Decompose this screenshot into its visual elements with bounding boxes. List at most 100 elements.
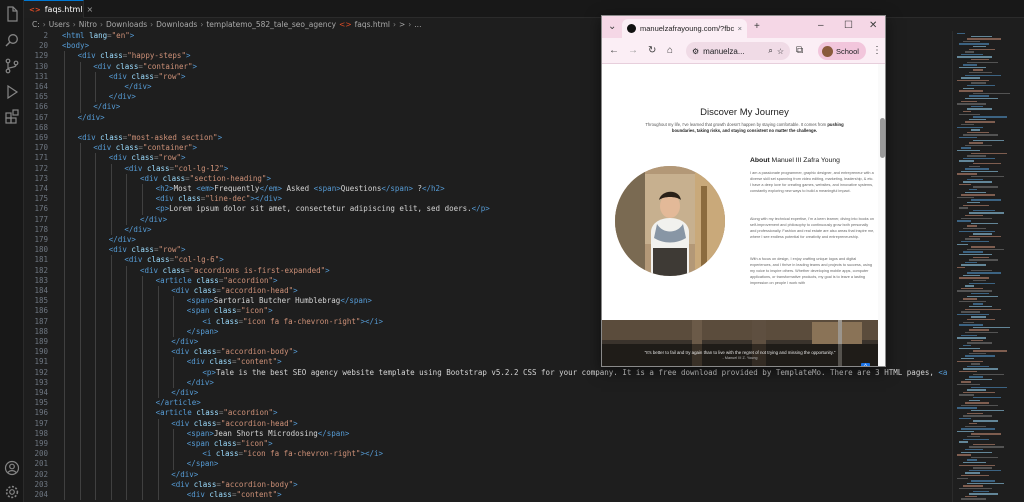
code-text: <span class="icon"> (186, 306, 273, 316)
minimap-line (957, 337, 986, 339)
tab-search-icon[interactable]: ⌄ (608, 22, 616, 32)
line-number: 188 (34, 326, 48, 336)
minimap-line (957, 33, 965, 35)
minimap-line (967, 38, 1001, 40)
minimap-line (957, 126, 983, 128)
minimap[interactable] (952, 31, 1024, 502)
code-line[interactable]: 203 <div class="accordion-body"> (24, 480, 952, 490)
code-text: </div> (108, 92, 136, 102)
code-line[interactable]: 201 </span> (24, 459, 952, 469)
tab-faqs-html[interactable]: <> faqs.html × (24, 0, 93, 18)
code-line[interactable]: 196 <article class="accordion"> (24, 408, 952, 418)
minimap-line (959, 347, 980, 349)
code-line[interactable]: 192 <p>Tale is the best SEO agency websit… (24, 368, 952, 378)
line-number: 129 (34, 51, 48, 61)
code-line[interactable]: 193 </div> (24, 378, 952, 388)
quote-text: "It's better to fail and try again than … (644, 350, 836, 355)
minimap-line (967, 155, 986, 157)
html-file-icon[interactable]: <> (339, 20, 352, 29)
minimap-line (973, 209, 995, 212)
line-number: 185 (34, 296, 48, 306)
code-text: <div class="content"> (186, 357, 282, 367)
page-scrollbar[interactable] (878, 64, 885, 366)
minimap-line (961, 264, 986, 266)
files-icon[interactable] (4, 6, 20, 22)
breadcrumb-segment[interactable]: Users (49, 20, 70, 29)
menu-kebab-icon[interactable]: ⋮ (872, 46, 882, 56)
breadcrumb-segment[interactable]: Downloads (156, 20, 197, 29)
minimap-line (961, 287, 983, 290)
forward-icon[interactable]: → (628, 46, 638, 56)
minimap-line (971, 222, 998, 225)
address-bar[interactable]: ⚙ manuelza... ⌕ ☆ (686, 42, 790, 60)
minimap-line (969, 399, 980, 401)
code-text: <div class="line-dec"></div> (155, 194, 283, 204)
code-line[interactable]: 194 </div> (24, 388, 952, 398)
minimap-line (969, 118, 986, 121)
code-line[interactable]: 199 <span class="icon"> (24, 439, 952, 449)
extensions-icon[interactable] (4, 108, 20, 124)
search-icon[interactable] (4, 32, 20, 48)
minimap-line (965, 144, 992, 147)
close-icon[interactable]: × (86, 5, 93, 14)
minimap-line (971, 82, 986, 84)
code-text: <span>Jean Shorts Microdosing</span> (186, 428, 350, 438)
reload-icon[interactable]: ↻ (648, 46, 656, 56)
account-icon[interactable] (4, 460, 20, 476)
breadcrumb-segment[interactable]: templatemo_582_tale_seo_agency (206, 20, 336, 29)
code-line[interactable]: 197 <div class="accordion-head"> (24, 419, 952, 429)
minimap-line (961, 451, 992, 453)
activity-bar (0, 0, 24, 502)
code-line[interactable]: 202 </div> (24, 470, 952, 480)
breadcrumb-segment[interactable]: Downloads (106, 20, 147, 29)
minimap-line (971, 105, 983, 108)
about-prefix: About (750, 157, 772, 164)
minimap-line (965, 308, 1001, 310)
profile-button[interactable]: School (818, 42, 866, 60)
source-control-icon[interactable] (4, 58, 20, 74)
breadcrumb-segment[interactable]: Nitro (79, 20, 97, 29)
line-number: 194 (34, 388, 48, 397)
bookmark-star-icon[interactable]: ☆ (777, 47, 784, 56)
line-number: 168 (34, 122, 48, 132)
minimize-icon[interactable]: – (818, 21, 824, 31)
settings-gear-icon[interactable] (4, 484, 20, 500)
code-text: </div> (186, 377, 214, 387)
minimap-line (973, 92, 1010, 95)
site-info-icon[interactable]: ⚙ (692, 47, 699, 56)
close-tab-icon[interactable]: × (738, 24, 742, 33)
close-window-icon[interactable]: ✕ (869, 21, 877, 31)
code-text: <body> (62, 41, 90, 51)
minimap-line (959, 113, 980, 115)
breadcrumb-segment[interactable]: ... (414, 20, 421, 29)
minimap-line (967, 85, 995, 87)
minimap-line (959, 300, 986, 303)
code-line[interactable]: 195 </article> (24, 398, 952, 408)
minimap-line (957, 196, 974, 199)
minimap-line (969, 72, 992, 74)
code-line[interactable]: 198 <span>Jean Shorts Microdosing</span> (24, 429, 952, 439)
breadcrumb-segment[interactable]: faqs.html (355, 20, 390, 29)
breadcrumb-segment[interactable]: C: (32, 20, 40, 29)
minimap-line (971, 199, 1001, 201)
scroll-to-top-button[interactable]: ^ (861, 363, 870, 366)
browser-toolbar: ← → ↻ ⌂ ⚙ manuelza... ⌕ ☆ ⧉ School ⋮ (602, 38, 885, 64)
minimap-line (973, 280, 986, 282)
code-line[interactable]: 204 <div class="content"> (24, 490, 952, 500)
extensions-puzzle-icon[interactable]: ⧉ (796, 46, 803, 56)
new-tab-icon[interactable]: + (754, 22, 760, 32)
breadcrumb-separator-icon: › (200, 20, 204, 29)
code-text: </div> (171, 388, 199, 397)
run-debug-icon[interactable] (4, 84, 20, 100)
back-icon[interactable]: ← (609, 46, 619, 56)
breadcrumb-segment[interactable]: > (399, 20, 405, 29)
home-icon[interactable]: ⌂ (667, 46, 673, 56)
code-line[interactable]: 200 <i class="icon fa fa-chevron-right"><… (24, 449, 952, 459)
page-scrollbar-thumb[interactable] (880, 118, 885, 158)
zoom-icon[interactable]: ⌕ (768, 46, 772, 56)
browser-tab[interactable]: manuelzafrayoung.com/?fbclid × (622, 19, 747, 38)
minimap-line (961, 194, 995, 196)
minimap-line (973, 443, 995, 446)
minimap-line (959, 441, 968, 443)
maximize-icon[interactable]: ☐ (844, 21, 853, 31)
